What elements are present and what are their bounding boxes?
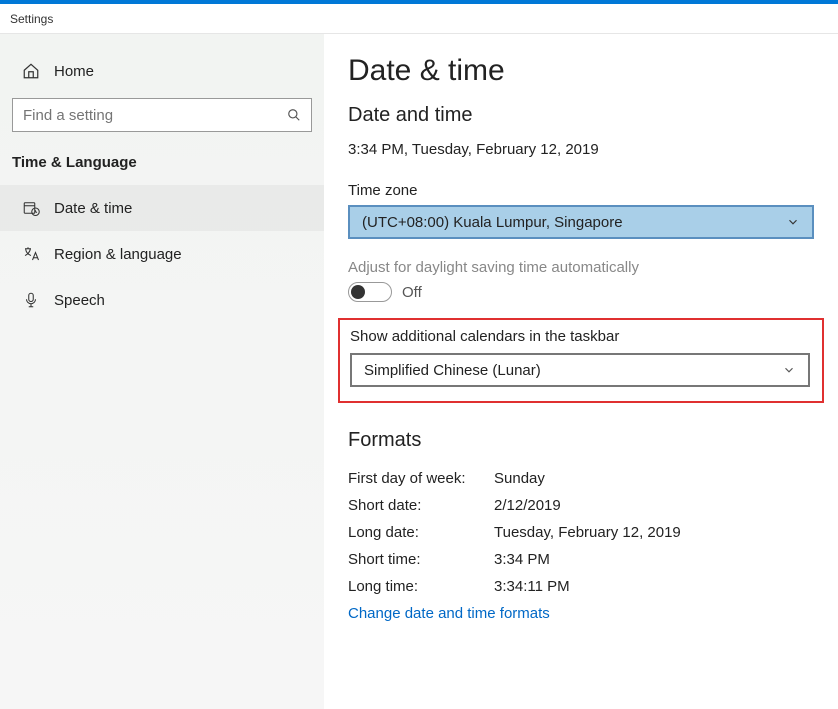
additional-calendars-dropdown[interactable]: Simplified Chinese (Lunar) — [350, 353, 810, 387]
sidebar: Home Time & Language Date & time Region … — [0, 34, 324, 709]
sidebar-home-label: Home — [54, 63, 94, 80]
format-key: Short time: — [348, 551, 494, 568]
dst-label: Adjust for daylight saving time automati… — [348, 259, 814, 276]
chevron-down-icon — [786, 215, 800, 229]
format-value: Sunday — [494, 470, 545, 487]
format-row-firstday: First day of week: Sunday — [348, 470, 814, 487]
format-row-shortdate: Short date: 2/12/2019 — [348, 497, 814, 514]
format-key: Short date: — [348, 497, 494, 514]
format-row-shorttime: Short time: 3:34 PM — [348, 551, 814, 568]
sidebar-item-speech[interactable]: Speech — [0, 277, 324, 323]
calendar-clock-icon — [22, 199, 40, 217]
sidebar-item-label: Speech — [54, 292, 105, 309]
home-icon — [22, 62, 40, 80]
format-key: Long time: — [348, 578, 494, 595]
format-row-longtime: Long time: 3:34:11 PM — [348, 578, 814, 595]
timezone-label: Time zone — [348, 182, 814, 199]
format-value: 3:34 PM — [494, 551, 550, 568]
page-title: Date & time — [348, 54, 814, 88]
layout-root: Home Time & Language Date & time Region … — [0, 34, 838, 709]
sidebar-item-date-time[interactable]: Date & time — [0, 185, 324, 231]
sidebar-item-label: Region & language — [54, 246, 182, 263]
dst-toggle[interactable] — [348, 282, 392, 302]
search-input[interactable] — [23, 107, 287, 124]
sidebar-category: Time & Language — [0, 154, 324, 185]
format-value: 2/12/2019 — [494, 497, 561, 514]
section-title-formats: Formats — [348, 429, 814, 452]
timezone-dropdown[interactable]: (UTC+08:00) Kuala Lumpur, Singapore — [348, 205, 814, 239]
current-datetime: 3:34 PM, Tuesday, February 12, 2019 — [348, 141, 814, 158]
format-value: Tuesday, February 12, 2019 — [494, 524, 681, 541]
format-key: Long date: — [348, 524, 494, 541]
change-formats-link[interactable]: Change date and time formats — [348, 605, 814, 622]
sidebar-item-region-language[interactable]: Region & language — [0, 231, 324, 277]
chevron-down-icon — [782, 363, 796, 377]
microphone-icon — [22, 291, 40, 309]
dst-toggle-row: Off — [348, 282, 814, 302]
additional-calendars-value: Simplified Chinese (Lunar) — [364, 362, 541, 379]
window-title: Settings — [10, 12, 53, 26]
format-value: 3:34:11 PM — [494, 578, 570, 595]
toggle-knob — [351, 285, 365, 299]
main-content: Date & time Date and time 3:34 PM, Tuesd… — [324, 34, 838, 709]
additional-calendars-label: Show additional calendars in the taskbar — [350, 328, 812, 345]
search-box[interactable] — [12, 98, 312, 132]
search-icon — [287, 108, 301, 122]
timezone-value: (UTC+08:00) Kuala Lumpur, Singapore — [362, 214, 623, 231]
section-title-datetime: Date and time — [348, 104, 814, 127]
format-row-longdate: Long date: Tuesday, February 12, 2019 — [348, 524, 814, 541]
sidebar-item-label: Date & time — [54, 200, 132, 217]
window-title-strip: Settings — [0, 4, 838, 34]
sidebar-home[interactable]: Home — [0, 56, 324, 98]
format-key: First day of week: — [348, 470, 494, 487]
highlight-annotation: Show additional calendars in the taskbar… — [338, 318, 824, 403]
language-icon — [22, 245, 40, 263]
dst-state: Off — [402, 284, 422, 301]
